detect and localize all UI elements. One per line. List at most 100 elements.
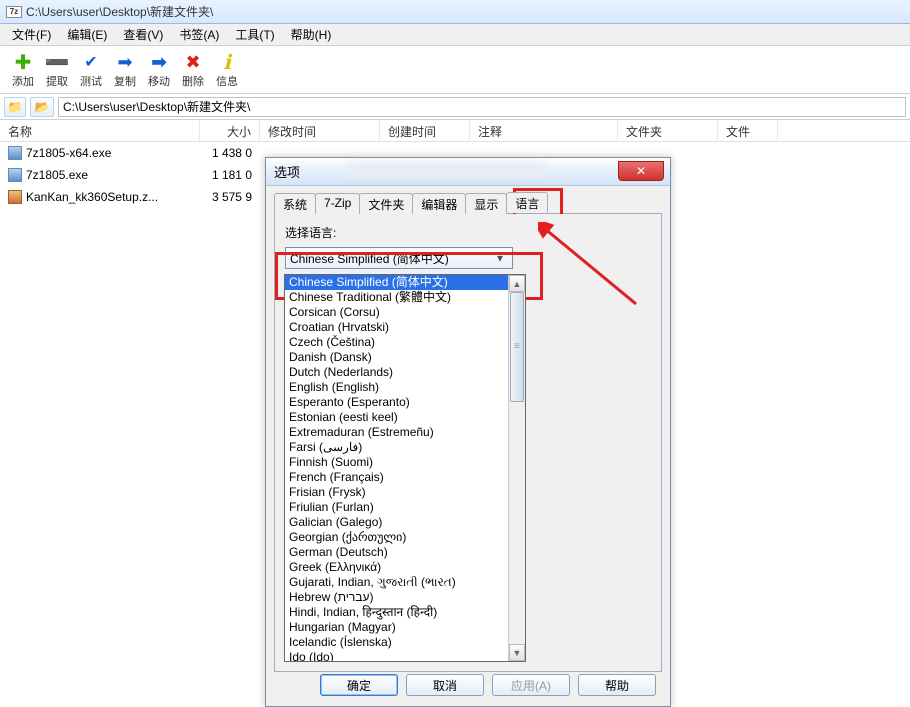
test-button[interactable]: 测试: [74, 51, 108, 89]
test-icon: [79, 51, 103, 73]
menu-help[interactable]: 帮助(H): [283, 24, 340, 45]
language-option[interactable]: Croatian (Hrvatski): [285, 320, 508, 335]
col-size[interactable]: 大小: [200, 120, 260, 141]
ok-button[interactable]: 确定: [320, 674, 398, 696]
language-option[interactable]: Georgian (ქართული): [285, 530, 508, 545]
scroll-down-icon[interactable]: ▼: [509, 644, 525, 661]
file-icon: [8, 190, 22, 204]
dialog-title-bar[interactable]: 选项 ✕: [266, 158, 670, 186]
file-name: 7z1805.exe: [26, 168, 88, 182]
info-button[interactable]: 信息: [210, 51, 244, 89]
app-icon: 7z: [6, 6, 22, 18]
language-option[interactable]: Friulian (Furlan): [285, 500, 508, 515]
col-folder[interactable]: 文件夹: [618, 120, 718, 141]
dropdown-scrollbar[interactable]: ▲ ▼: [508, 275, 525, 661]
language-option[interactable]: Farsi (فارسی): [285, 440, 508, 455]
menu-view[interactable]: 查看(V): [115, 24, 171, 45]
file-size: 1 438 0: [200, 146, 260, 160]
file-name: KanKan_kk360Setup.z...: [26, 190, 158, 204]
info-icon: [215, 51, 239, 73]
language-option[interactable]: Icelandic (Íslenska): [285, 635, 508, 650]
list-header: 名称 大小 修改时间 创建时间 注释 文件夹 文件: [0, 120, 910, 142]
add-button[interactable]: 添加: [6, 51, 40, 89]
scroll-up-icon[interactable]: ▲: [509, 275, 525, 292]
move-button[interactable]: 移动: [142, 51, 176, 89]
tab-language[interactable]: 语言: [506, 192, 548, 213]
scroll-thumb[interactable]: [510, 292, 524, 402]
menu-bookmarks[interactable]: 书签(A): [171, 24, 227, 45]
language-option[interactable]: Esperanto (Esperanto): [285, 395, 508, 410]
language-option[interactable]: Danish (Dansk): [285, 350, 508, 365]
language-option[interactable]: Extremaduran (Estremeñu): [285, 425, 508, 440]
language-option[interactable]: German (Deutsch): [285, 545, 508, 560]
apply-button[interactable]: 应用(A): [492, 674, 570, 696]
col-mtime[interactable]: 修改时间: [260, 120, 380, 141]
folder-up-icon: 📁: [8, 100, 23, 114]
language-option[interactable]: Frisian (Frysk): [285, 485, 508, 500]
copy-button[interactable]: 复制: [108, 51, 142, 89]
file-icon: [8, 168, 22, 182]
dialog-buttons: 确定 取消 应用(A) 帮助: [320, 674, 656, 696]
language-option[interactable]: Chinese Traditional (繁體中文): [285, 290, 508, 305]
col-ctime[interactable]: 创建时间: [380, 120, 470, 141]
move-icon: [147, 51, 171, 73]
language-option[interactable]: Galician (Galego): [285, 515, 508, 530]
up-button[interactable]: 📁: [4, 97, 26, 117]
tab-folder[interactable]: 文件夹: [359, 193, 413, 214]
language-option[interactable]: Czech (Čeština): [285, 335, 508, 350]
col-comment[interactable]: 注释: [470, 120, 618, 141]
language-option[interactable]: Chinese Simplified (简体中文): [285, 275, 508, 290]
extract-icon: [45, 51, 69, 73]
language-dropdown: Chinese Simplified (简体中文)Chinese Traditi…: [284, 274, 526, 662]
extract-button[interactable]: 提取: [40, 51, 74, 89]
path-bar: 📁 📂 C:\Users\user\Desktop\新建文件夹\: [0, 94, 910, 120]
language-option[interactable]: Gujarati, Indian, ગુજરાતી (ભારત): [285, 575, 508, 590]
language-option[interactable]: Corsican (Corsu): [285, 305, 508, 320]
language-option[interactable]: French (Français): [285, 470, 508, 485]
language-option[interactable]: Finnish (Suomi): [285, 455, 508, 470]
tab-display[interactable]: 显示: [465, 193, 507, 214]
language-option[interactable]: Dutch (Nederlands): [285, 365, 508, 380]
toolbar: 添加 提取 测试 复制 移动 删除 信息: [0, 46, 910, 94]
copy-icon: [113, 51, 137, 73]
delete-button[interactable]: 删除: [176, 51, 210, 89]
scroll-track[interactable]: [509, 292, 525, 644]
language-option[interactable]: Ido (Ido): [285, 650, 508, 661]
tab-7zip[interactable]: 7-Zip: [315, 193, 360, 214]
delete-icon: [181, 51, 205, 73]
file-name: 7z1805-x64.exe: [26, 146, 111, 160]
window-title: C:\Users\user\Desktop\新建文件夹\: [26, 3, 213, 20]
folder-icon: 📂: [35, 100, 50, 114]
menu-file[interactable]: 文件(F): [4, 24, 59, 45]
file-icon: [8, 146, 22, 160]
close-icon: ✕: [636, 164, 646, 178]
language-combo[interactable]: Chinese Simplified (简体中文) ▾: [285, 247, 513, 269]
path-field[interactable]: C:\Users\user\Desktop\新建文件夹\: [58, 97, 906, 117]
language-option[interactable]: Greek (Ελληνικά): [285, 560, 508, 575]
menu-edit[interactable]: 编辑(E): [59, 24, 115, 45]
menu-bar: 文件(F) 编辑(E) 查看(V) 书签(A) 工具(T) 帮助(H): [0, 24, 910, 46]
file-size: 1 181 0: [200, 168, 260, 182]
language-option[interactable]: Hebrew (עברית): [285, 590, 508, 605]
add-icon: [11, 51, 35, 73]
title-blur: [346, 162, 546, 178]
close-button[interactable]: ✕: [618, 161, 664, 181]
menu-tools[interactable]: 工具(T): [227, 24, 282, 45]
language-option[interactable]: Hungarian (Magyar): [285, 620, 508, 635]
combo-value: Chinese Simplified (简体中文): [290, 250, 449, 267]
col-name[interactable]: 名称: [0, 120, 200, 141]
title-bar: 7z C:\Users\user\Desktop\新建文件夹\: [0, 0, 910, 24]
tab-strip: 系统 7-Zip 文件夹 编辑器 显示 语言: [274, 192, 662, 214]
tab-editor[interactable]: 编辑器: [412, 193, 466, 214]
file-size: 3 575 9: [200, 190, 260, 204]
col-file[interactable]: 文件: [718, 120, 778, 141]
help-button[interactable]: 帮助: [578, 674, 656, 696]
dialog-title: 选项: [274, 162, 300, 181]
language-option[interactable]: Estonian (eesti keel): [285, 410, 508, 425]
language-option[interactable]: Hindi, Indian, हिन्दुस्तान (हिन्दी): [285, 605, 508, 620]
folder-button[interactable]: 📂: [30, 97, 54, 117]
cancel-button[interactable]: 取消: [406, 674, 484, 696]
language-option[interactable]: English (English): [285, 380, 508, 395]
annotation-arrow: [538, 222, 648, 312]
tab-system[interactable]: 系统: [274, 193, 316, 214]
